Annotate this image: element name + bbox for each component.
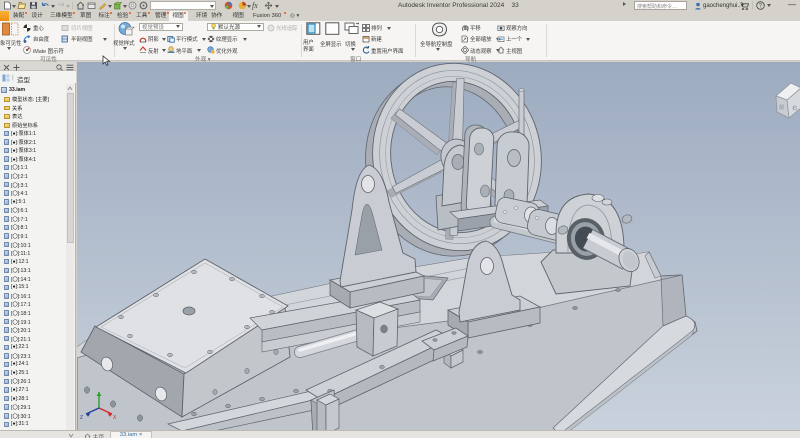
svg-text:Z: Z: [80, 415, 83, 421]
svg-text:前: 前: [779, 103, 785, 111]
svg-text:右: 右: [792, 104, 798, 112]
